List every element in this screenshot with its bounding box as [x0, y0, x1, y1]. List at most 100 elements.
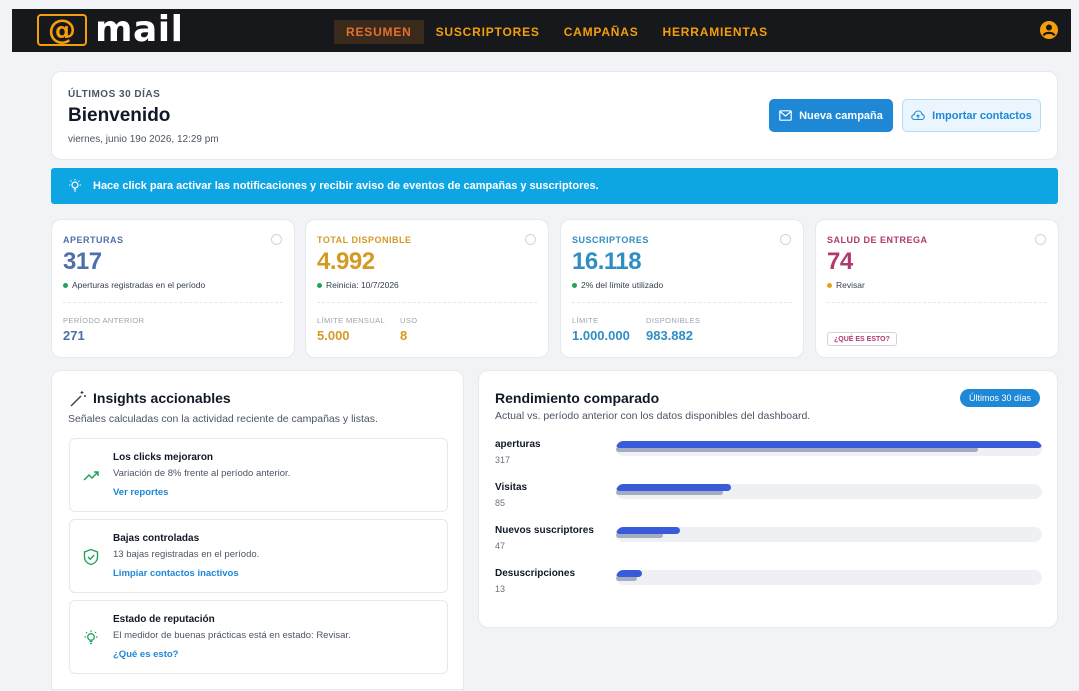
stat-label: TOTAL DISPONIBLE — [317, 235, 412, 245]
what-is-this-link[interactable]: ¿Qué es esto? — [113, 649, 178, 660]
status-dot-icon — [572, 282, 577, 288]
stat-note: Revisar — [827, 280, 865, 290]
bar-track — [616, 570, 1042, 585]
sub-label: USO — [400, 316, 418, 325]
clean-inactive-link[interactable]: Limpiar contactos inactivos — [113, 568, 239, 579]
perf-value: 13 — [495, 584, 506, 594]
insight-item: Bajas controladas 13 bajas registradas e… — [69, 519, 448, 593]
bar-current — [616, 570, 642, 577]
stat-label: SUSCRIPTORES — [572, 235, 649, 245]
page-title: Bienvenido — [68, 105, 171, 126]
logo-text: mail — [95, 9, 184, 50]
notifications-banner[interactable]: Hace click para activar las notificacion… — [51, 168, 1058, 204]
status-dot-icon — [827, 282, 832, 288]
new-campaign-label: Nueva campaña — [799, 109, 883, 122]
logo[interactable]: @ mail — [37, 12, 183, 48]
perf-value: 47 — [495, 541, 506, 551]
logo-symbol: @ — [48, 13, 76, 46]
insight-item: Estado de reputación El medidor de buena… — [69, 600, 448, 674]
stat-note-text: Aperturas registradas en el período — [72, 280, 206, 290]
trend-up-icon — [83, 471, 99, 481]
status-dot-icon — [317, 282, 322, 288]
stat-note-text: 2% del límite utilizado — [581, 280, 664, 290]
import-contacts-button[interactable]: Importar contactos — [902, 99, 1041, 132]
insight-title: Bajas controladas — [113, 533, 200, 544]
insights-title: Insights accionables — [93, 390, 231, 406]
bar-current — [616, 441, 1042, 448]
period-pill[interactable]: Últimos 30 días — [959, 389, 1040, 407]
perf-label: Nuevos suscriptores — [495, 525, 594, 536]
divider — [317, 302, 537, 303]
stat-label: SALUD DE ENTREGA — [827, 235, 928, 245]
nav-campanas[interactable]: CAMPAÑAS — [552, 20, 651, 44]
stat-note: 2% del límite utilizado — [572, 280, 663, 290]
perf-value: 317 — [495, 455, 511, 465]
user-icon[interactable] — [1039, 20, 1059, 40]
divider — [827, 302, 1047, 303]
stat-card-salud-entrega: SALUD DE ENTREGA 74 Revisar ¿QUÉ ES ESTO… — [815, 219, 1059, 358]
stat-note: Reinicia: 10/7/2026 — [317, 280, 399, 290]
top-bar: @ mail RESUMEN SUSCRIPTORES CAMPAÑAS HER… — [12, 9, 1071, 52]
new-campaign-button[interactable]: Nueva campaña — [769, 99, 893, 132]
perf-label: aperturas — [495, 439, 541, 450]
stat-card-total-disponible: TOTAL DISPONIBLE 4.992 Reinicia: 10/7/20… — [305, 219, 549, 358]
import-contacts-label: Importar contactos — [932, 109, 1032, 122]
perf-row: Visitas 85 — [495, 482, 1042, 514]
bar-track — [616, 441, 1042, 456]
insight-desc: Variación de 8% frente al período anteri… — [113, 468, 291, 479]
sub-label: DISPONIBLES — [646, 316, 701, 325]
info-icon[interactable] — [1035, 234, 1046, 245]
stat-value: 317 — [63, 248, 102, 275]
info-icon[interactable] — [271, 234, 282, 245]
perf-label: Desuscripciones — [495, 568, 576, 579]
stat-value: 16.118 — [572, 248, 642, 275]
nav-herramientas[interactable]: HERRAMIENTAS — [651, 20, 780, 44]
sub-label: LÍMITE — [572, 316, 599, 325]
insight-desc: 13 bajas registradas en el período. — [113, 549, 260, 560]
sub-value: 983.882 — [646, 328, 693, 343]
stat-value: 74 — [827, 248, 853, 275]
lightbulb-icon — [84, 630, 98, 645]
perf-label: Visitas — [495, 482, 528, 493]
nav-suscriptores[interactable]: SUSCRIPTORES — [424, 20, 552, 44]
insight-desc: El medidor de buenas prácticas está en e… — [113, 630, 351, 641]
bar-track — [616, 527, 1042, 542]
sub-value: 271 — [63, 328, 85, 343]
sub-value: 5.000 — [317, 328, 350, 343]
sub-label: PERÍODO ANTERIOR — [63, 316, 145, 325]
insights-subtitle: Señales calculadas con la actividad reci… — [68, 413, 378, 425]
stat-value: 4.992 — [317, 248, 375, 275]
performance-subtitle: Actual vs. período anterior con los dato… — [495, 410, 811, 422]
stat-label: APERTURAS — [63, 235, 124, 245]
main-nav: RESUMEN SUSCRIPTORES CAMPAÑAS HERRAMIENT… — [334, 20, 780, 44]
period-overline: ÚLTIMOS 30 DÍAS — [68, 89, 161, 100]
nav-resumen[interactable]: RESUMEN — [334, 20, 424, 44]
insight-item: Los clicks mejoraron Variación de 8% fre… — [69, 438, 448, 512]
stat-note-text: Revisar — [836, 280, 865, 290]
perf-row: Desuscripciones 13 — [495, 568, 1042, 600]
what-is-this-button[interactable]: ¿QUÉ ES ESTO? — [827, 332, 897, 346]
bar-current — [616, 527, 680, 534]
welcome-card: ÚLTIMOS 30 DÍAS Bienvenido viernes, juni… — [51, 71, 1058, 160]
current-date: viernes, junio 19o 2026, 12:29 pm — [68, 134, 219, 145]
stat-note: Aperturas registradas en el período — [63, 280, 205, 290]
sub-value: 8 — [400, 328, 408, 343]
insights-panel: Insights accionables Señales calculadas … — [51, 370, 464, 690]
new-mail-icon — [779, 110, 792, 121]
view-reports-link[interactable]: Ver reportes — [113, 487, 168, 498]
shield-check-icon — [83, 548, 99, 566]
status-dot-icon — [63, 282, 68, 288]
sub-value: 1.000.000 — [572, 328, 630, 343]
info-icon[interactable] — [780, 234, 791, 245]
divider — [63, 302, 283, 303]
insight-title: Estado de reputación — [113, 614, 215, 625]
cloud-upload-icon — [911, 110, 925, 121]
info-icon[interactable] — [525, 234, 536, 245]
divider — [572, 302, 792, 303]
banner-text: Hace click para activar las notificacion… — [93, 180, 599, 192]
insight-title: Los clicks mejoraron — [113, 452, 214, 463]
sub-label: LÍMITE MENSUAL — [317, 316, 386, 325]
bar-track — [616, 484, 1042, 499]
bar-current — [616, 484, 731, 491]
performance-title: Rendimiento comparado — [495, 390, 660, 406]
